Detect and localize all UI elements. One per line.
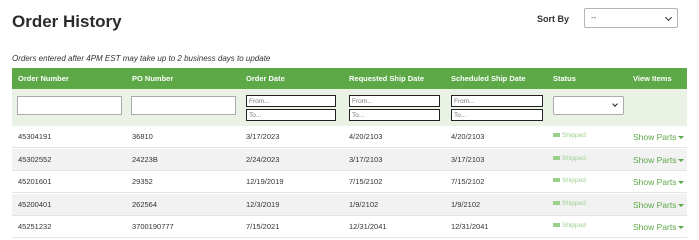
scheduled-ship-from-input[interactable]: From...: [451, 95, 543, 107]
show-parts-button[interactable]: Show Parts: [633, 177, 685, 188]
status-badge: Shipped: [553, 132, 586, 139]
sort-by-value: --: [591, 13, 597, 22]
status-text: Shipped: [562, 154, 586, 162]
col-status[interactable]: Status: [553, 74, 576, 83]
col-scheduled-ship-date[interactable]: Scheduled Ship Date: [451, 74, 526, 83]
status-text: Shipped: [562, 199, 586, 207]
col-po-number[interactable]: PO Number: [132, 74, 173, 83]
caret-down-icon: [678, 203, 685, 207]
requested-ship-to-input[interactable]: To...: [349, 109, 440, 121]
status-badge: Shipped: [553, 177, 586, 184]
update-note: Orders entered after 4PM EST may take up…: [12, 54, 271, 63]
table-row: 45251232 3700190777 7/15/2021 12/31/2041 12/…: [12, 216, 687, 239]
po-number-cell: 3700190777: [132, 222, 174, 232]
caret-down-icon: [678, 181, 685, 185]
truck-icon: [553, 223, 560, 228]
order-date-cell: 7/15/2021: [246, 222, 280, 232]
page-title: Order History: [12, 12, 122, 31]
requested-ship-date-cell: 4/20/2103: [349, 132, 383, 141]
caret-down-icon: [678, 226, 685, 230]
truck-icon: [553, 200, 560, 205]
filter-row: From... To... From... To... From... To..…: [12, 89, 687, 126]
show-parts-label: Show Parts: [633, 199, 677, 210]
status-badge: Shipped: [553, 222, 586, 229]
order-number-filter[interactable]: [17, 96, 122, 115]
po-number-cell: 36810: [132, 132, 153, 141]
show-parts-button[interactable]: Show Parts: [633, 199, 685, 210]
order-date-from-input[interactable]: From...: [246, 95, 336, 107]
truck-icon: [553, 178, 560, 183]
col-view-items: View Items: [633, 74, 672, 83]
table-row: 45201601 29352 12/19/2019 7/15/2102 7/15/210…: [12, 171, 687, 194]
po-number-filter[interactable]: [131, 96, 236, 115]
show-parts-label: Show Parts: [633, 132, 677, 142]
status-badge: Shipped: [553, 155, 586, 162]
scheduled-ship-date-cell: 3/17/2103: [451, 154, 485, 164]
caret-down-icon: [678, 158, 685, 162]
order-number-cell: 45201601: [18, 177, 52, 187]
scheduled-ship-date-cell: 7/15/2102: [451, 177, 485, 187]
requested-ship-date-cell: 12/31/2041: [349, 222, 387, 232]
table-row: 45304191 36810 3/17/2023 4/20/2103 4/20/2103…: [12, 126, 687, 148]
requested-ship-date-cell: 3/17/2103: [349, 154, 383, 164]
show-parts-button[interactable]: Show Parts: [633, 154, 685, 165]
order-date-cell: 3/17/2023: [246, 132, 280, 141]
show-parts-button[interactable]: Show Parts: [633, 222, 685, 233]
sort-by-label: Sort By: [537, 14, 570, 24]
chevron-down-icon: [664, 13, 673, 22]
scheduled-ship-date-cell: 4/20/2103: [451, 132, 485, 141]
table-row: 45302552 24223B 2/24/2023 3/17/2103 3/17/210…: [12, 148, 687, 171]
scheduled-ship-date-cell: 12/31/2041: [451, 222, 489, 232]
truck-icon: [553, 133, 560, 137]
col-order-number[interactable]: Order Number: [18, 74, 69, 83]
col-requested-ship-date[interactable]: Requested Ship Date: [349, 74, 424, 83]
order-date-cell: 12/19/2019: [246, 177, 284, 187]
requested-ship-date-cell: 7/15/2102: [349, 177, 383, 187]
show-parts-label: Show Parts: [633, 222, 677, 233]
caret-down-icon: [678, 136, 685, 139]
requested-ship-date-cell: 1/9/2102: [349, 199, 379, 209]
status-badge: Shipped: [553, 200, 586, 207]
order-number-cell: 45200401: [18, 199, 52, 209]
order-number-cell: 45251232: [18, 222, 52, 232]
sort-by-select[interactable]: --: [584, 8, 678, 28]
scheduled-ship-to-input[interactable]: To...: [451, 109, 543, 121]
po-number-cell: 24223B: [132, 154, 158, 164]
requested-ship-from-input[interactable]: From...: [349, 95, 440, 107]
order-number-cell: 45302552: [18, 154, 52, 164]
status-filter-select[interactable]: [553, 96, 624, 115]
order-date-to-input[interactable]: To...: [246, 109, 336, 121]
po-number-cell: 262564: [132, 199, 158, 209]
show-parts-label: Show Parts: [633, 177, 677, 188]
show-parts-button[interactable]: Show Parts: [633, 132, 685, 142]
show-parts-label: Show Parts: [633, 154, 677, 165]
table-row: 45200401 262564 12/3/2019 1/9/2102 1/9/2102 S…: [12, 193, 687, 216]
order-number-cell: 45304191: [18, 132, 52, 141]
order-date-cell: 2/24/2023: [246, 154, 280, 164]
status-text: Shipped: [562, 222, 586, 230]
order-history-table: Order Number PO Number Order Date Reques…: [12, 68, 687, 239]
chevron-down-icon: [612, 101, 618, 107]
table-header: Order Number PO Number Order Date Reques…: [12, 68, 687, 89]
scheduled-ship-date-cell: 1/9/2102: [451, 199, 481, 209]
po-number-cell: 29352: [132, 177, 153, 187]
col-order-date[interactable]: Order Date: [246, 74, 285, 83]
status-text: Shipped: [562, 132, 586, 139]
order-date-cell: 12/3/2019: [246, 199, 280, 209]
status-text: Shipped: [562, 177, 586, 185]
truck-icon: [553, 155, 560, 160]
